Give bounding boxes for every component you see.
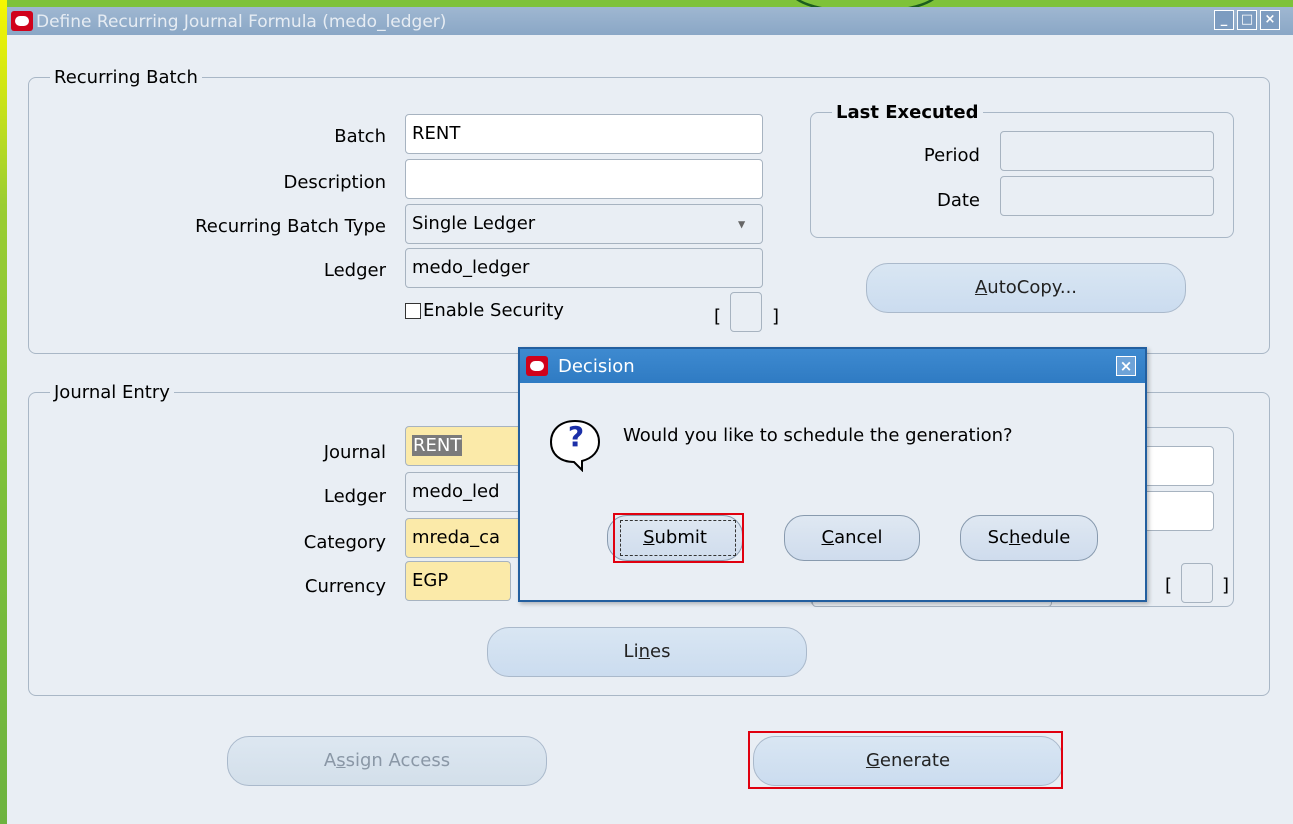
oracle-logo-icon [11, 11, 33, 31]
journal-ledger-label: Ledger [323, 486, 386, 507]
enable-security-label: Enable Security [423, 300, 564, 321]
date-label: Date [936, 190, 980, 211]
bracket-left: [ [714, 306, 722, 327]
currency-label: Currency [304, 576, 386, 597]
maximize-icon[interactable]: □ [1237, 10, 1257, 30]
submit-highlight-box [613, 513, 744, 563]
batch-label: Batch [334, 126, 386, 147]
decision-dialog [518, 347, 1147, 602]
period-label: Period [923, 145, 980, 166]
journal-field[interactable]: RENT [405, 426, 530, 466]
recurring-batch-type-value: Single Ledger [412, 213, 536, 234]
bracket-right: ] [772, 306, 780, 327]
batch-ledger-label: Ledger [323, 260, 386, 281]
schedule-button[interactable]: Schedule [960, 515, 1098, 561]
category-label: Category [303, 532, 386, 553]
journal-label: Journal [323, 442, 386, 463]
enable-security-checkbox[interactable] [405, 303, 421, 319]
autocopy-button[interactable]: AutoCopy... [866, 263, 1186, 313]
lines-label-prefix: Li [623, 641, 639, 662]
description-field[interactable] [405, 159, 763, 199]
decision-message: Would you like to schedule the generatio… [623, 425, 1013, 446]
description-label: Description [283, 172, 386, 193]
window-frame-top [0, 0, 1293, 7]
recurring-batch-group-title: Recurring Batch [50, 67, 202, 88]
journal-entry-group-title: Journal Entry [50, 382, 174, 403]
minimize-icon[interactable]: _ [1214, 10, 1234, 30]
dropdown-arrow-icon[interactable]: ▼ [738, 217, 745, 231]
assign-access-accelerator: s [336, 750, 346, 771]
autocopy-label-rest: utoCopy... [987, 277, 1078, 298]
assign-access-label-prefix: A [323, 750, 337, 771]
period-field[interactable] [1000, 131, 1214, 171]
decision-dialog-title: Decision [558, 356, 635, 377]
journal-bracket-right: ] [1222, 575, 1230, 596]
currency-field[interactable]: EGP [405, 561, 511, 601]
lines-accelerator: n [638, 641, 650, 662]
cancel-label-rest: ancel [834, 527, 883, 548]
generate-highlight-box [748, 731, 1063, 789]
window-title: Define Recurring Journal Formula (medo_l… [36, 12, 447, 32]
last-executed-group-title: Last Executed [832, 102, 983, 123]
date-field[interactable] [1000, 176, 1214, 216]
decision-close-icon[interactable]: × [1116, 356, 1136, 376]
window-frame-left [0, 0, 7, 824]
category-field[interactable]: mreda_ca [405, 518, 530, 558]
assign-access-label-rest: sign Access [345, 750, 451, 771]
lines-button[interactable]: Lines [487, 627, 807, 677]
recurring-batch-type-label: Recurring Batch Type [195, 216, 386, 237]
decision-oracle-logo-icon [526, 356, 548, 376]
journal-field-selected-text: RENT [412, 435, 463, 456]
schedule-accelerator: h [1008, 527, 1021, 548]
question-glyph: ? [567, 420, 585, 453]
cancel-accelerator: C [821, 527, 835, 548]
journal-bracket-left: [ [1165, 575, 1173, 596]
close-icon[interactable]: × [1260, 10, 1280, 30]
batch-descriptive-flexfield[interactable] [730, 292, 762, 332]
schedule-label-prefix: Sc [987, 527, 1009, 548]
assign-access-button[interactable]: Assign Access [227, 736, 547, 786]
journal-ledger-field[interactable]: medo_led [405, 472, 530, 512]
autocopy-accelerator: A [974, 277, 988, 298]
journal-descriptive-flexfield[interactable] [1181, 563, 1213, 603]
batch-ledger-field[interactable]: medo_ledger [405, 248, 763, 288]
schedule-label-rest: edule [1020, 527, 1071, 548]
lines-label-rest: es [650, 641, 671, 662]
recurring-batch-type-select[interactable]: Single Ledger [405, 204, 763, 244]
cancel-button[interactable]: Cancel [784, 515, 920, 561]
batch-field[interactable]: RENT [405, 114, 763, 154]
